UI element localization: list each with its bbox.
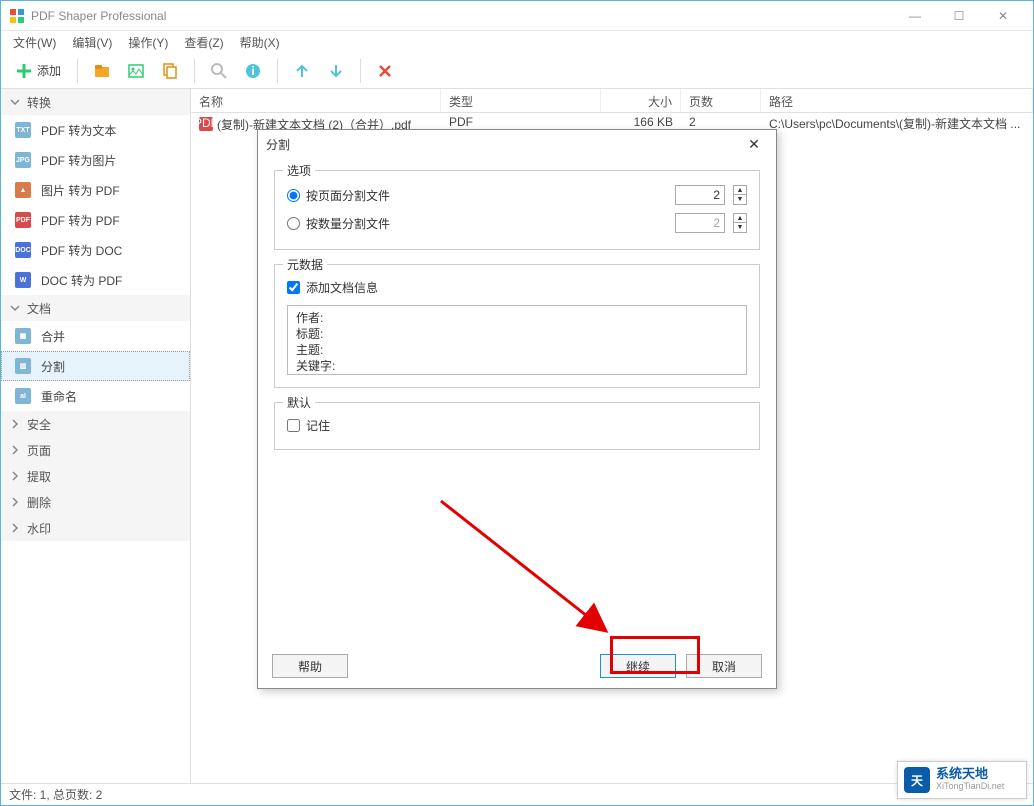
sidebar-item-doc-to-pdf[interactable]: WDOC 转为 PDF — [1, 265, 190, 295]
watermark-sub: XiTongTianDi.net — [936, 780, 1004, 793]
watermark-title: 系统天地 — [936, 767, 1004, 780]
sidebar-item-image-to-pdf[interactable]: ▲图片 转为 PDF — [1, 175, 190, 205]
chevron-right-icon — [9, 496, 21, 508]
meta-author: 作者: — [296, 310, 738, 326]
col-size[interactable]: 大小 — [601, 89, 681, 112]
section-convert[interactable]: 转换 — [1, 89, 190, 115]
pdf-file-icon: PDF — [199, 117, 213, 131]
section-delete[interactable]: 删除 — [1, 489, 190, 515]
radio-by-page-input[interactable] — [287, 189, 300, 202]
default-label: 默认 — [283, 394, 315, 411]
sidebar: 转换 TXTPDF 转为文本 JPGPDF 转为图片 ▲图片 转为 PDF PD… — [1, 89, 191, 783]
watermark-badge: 天 系统天地 XiTongTianDi.net — [897, 761, 1027, 799]
col-type[interactable]: 类型 — [441, 89, 601, 112]
list-header: 名称 类型 大小 页数 路径 — [191, 89, 1033, 113]
menu-view[interactable]: 查看(Z) — [178, 32, 229, 53]
minimize-button[interactable]: — — [893, 2, 937, 30]
chevron-right-icon — [9, 418, 21, 430]
app-icon — [9, 8, 25, 24]
maximize-button[interactable]: ☐ — [937, 2, 981, 30]
image-icon — [127, 62, 145, 80]
chevron-down-icon — [9, 96, 21, 108]
options-label: 选项 — [283, 162, 315, 179]
toolbar: 添加 i — [1, 53, 1033, 89]
help-button[interactable]: 帮助 — [272, 654, 348, 678]
by-page-value[interactable]: 2 — [675, 185, 725, 205]
col-name[interactable]: 名称 — [191, 89, 441, 112]
arrow-down-icon — [327, 62, 345, 80]
col-pages[interactable]: 页数 — [681, 89, 761, 112]
watermark-logo-icon: 天 — [904, 767, 930, 793]
remember-checkbox[interactable] — [287, 419, 300, 432]
dialog-close-button[interactable]: ✕ — [740, 132, 768, 156]
folder-button[interactable] — [88, 57, 116, 85]
menu-file[interactable]: 文件(W) — [7, 32, 62, 53]
add-doc-info-checkbox[interactable] — [287, 281, 300, 294]
search-icon — [210, 62, 228, 80]
search-button[interactable] — [205, 57, 233, 85]
add-doc-info-row[interactable]: 添加文档信息 — [287, 275, 747, 299]
radio-by-count[interactable]: 按数量分割文件 — [287, 215, 667, 232]
sidebar-item-pdf-to-image[interactable]: JPGPDF 转为图片 — [1, 145, 190, 175]
chevron-right-icon — [9, 470, 21, 482]
add-label: 添加 — [37, 62, 61, 79]
section-page[interactable]: 页面 — [1, 437, 190, 463]
remember-row[interactable]: 记住 — [287, 413, 747, 437]
default-group: 默认 记住 — [274, 402, 760, 450]
chevron-right-icon — [9, 522, 21, 534]
sidebar-item-merge[interactable]: ▦合并 — [1, 321, 190, 351]
section-extract[interactable]: 提取 — [1, 463, 190, 489]
sidebar-item-split[interactable]: ▥分割 — [1, 351, 190, 381]
plus-icon — [15, 62, 33, 80]
section-security[interactable]: 安全 — [1, 411, 190, 437]
chevron-down-icon — [9, 302, 21, 314]
menubar: 文件(W) 编辑(V) 操作(Y) 查看(Z) 帮助(X) — [1, 31, 1033, 53]
col-path[interactable]: 路径 — [761, 89, 1033, 112]
options-group: 选项 按页面分割文件 2 ▲▼ 按数量分割文件 2 ▲▼ — [274, 170, 760, 250]
sidebar-item-rename[interactable]: aI重命名 — [1, 381, 190, 411]
info-icon: i — [244, 62, 262, 80]
annotation-arrow — [431, 491, 631, 651]
statusbar: 文件: 1, 总页数: 2 — [1, 783, 1033, 805]
status-text: 文件: 1, 总页数: 2 — [9, 786, 102, 803]
close-button[interactable]: ✕ — [981, 2, 1025, 30]
meta-keywords: 关键字: — [296, 358, 738, 374]
section-document[interactable]: 文档 — [1, 295, 190, 321]
up-button[interactable] — [288, 57, 316, 85]
metadata-label: 元数据 — [283, 256, 327, 273]
add-button[interactable]: 添加 — [9, 62, 67, 80]
menu-action[interactable]: 操作(Y) — [122, 32, 174, 53]
titlebar: PDF Shaper Professional — ☐ ✕ — [1, 1, 1033, 31]
by-page-spinner[interactable]: ▲▼ — [733, 185, 747, 205]
dialog-title: 分割 — [266, 136, 290, 153]
info-button[interactable]: i — [239, 57, 267, 85]
svg-text:PDF: PDF — [199, 117, 213, 130]
sidebar-item-pdf-to-doc[interactable]: DOCPDF 转为 DOC — [1, 235, 190, 265]
radio-by-page[interactable]: 按页面分割文件 — [287, 187, 667, 204]
copy-button[interactable] — [156, 57, 184, 85]
meta-title: 标题: — [296, 326, 738, 342]
by-count-spinner: ▲▼ — [733, 213, 747, 233]
dialog-titlebar: 分割 ✕ — [258, 130, 776, 158]
by-count-value: 2 — [675, 213, 725, 233]
svg-text:i: i — [251, 64, 254, 78]
folder-icon — [93, 62, 111, 80]
down-button[interactable] — [322, 57, 350, 85]
window-title: PDF Shaper Professional — [31, 9, 893, 23]
arrow-up-icon — [293, 62, 311, 80]
menu-help[interactable]: 帮助(X) — [234, 32, 286, 53]
image-button[interactable] — [122, 57, 150, 85]
copy-icon — [161, 62, 179, 80]
sidebar-item-pdf-to-pdf[interactable]: PDFPDF 转为 PDF — [1, 205, 190, 235]
chevron-right-icon — [9, 444, 21, 456]
section-watermark[interactable]: 水印 — [1, 515, 190, 541]
metadata-box[interactable]: 作者: 标题: 主题: 关键字: — [287, 305, 747, 375]
x-icon — [376, 62, 394, 80]
menu-edit[interactable]: 编辑(V) — [66, 32, 118, 53]
radio-by-count-input[interactable] — [287, 217, 300, 230]
sidebar-item-pdf-to-text[interactable]: TXTPDF 转为文本 — [1, 115, 190, 145]
delete-button[interactable] — [371, 57, 399, 85]
metadata-group: 元数据 添加文档信息 作者: 标题: 主题: 关键字: — [274, 264, 760, 388]
meta-subject: 主题: — [296, 342, 738, 358]
